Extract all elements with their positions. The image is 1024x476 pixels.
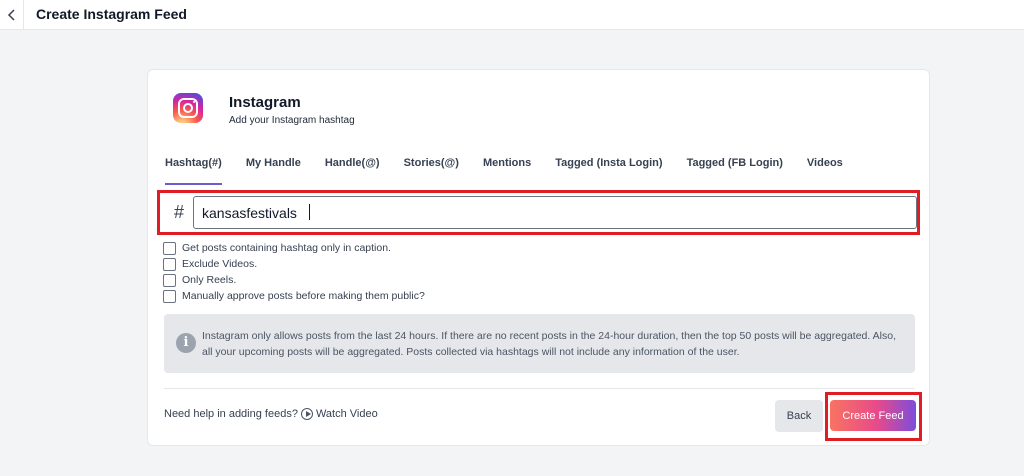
chevron-left-icon [7,9,15,21]
option-exclude-videos[interactable]: Exclude Videos. [163,256,425,272]
hash-symbol: # [174,202,185,222]
checkbox[interactable] [163,289,176,303]
info-notice: i Instagram only allows posts from the l… [164,314,915,373]
source-tabs: Hashtag(#) My Handle Handle(@) Stories(@… [165,157,867,185]
checkbox[interactable] [163,273,176,287]
option-label: Manually approve posts before making the… [182,290,425,302]
checkbox[interactable] [163,257,176,271]
options-list: Get posts containing hashtag only in cap… [163,240,425,304]
hashtag-field-highlight: # [157,190,920,235]
info-icon: i [176,333,196,353]
option-label: Exclude Videos. [182,258,258,270]
back-nav-button[interactable] [0,0,24,30]
watch-video-link[interactable]: Watch Video [316,408,378,420]
option-caption-only[interactable]: Get posts containing hashtag only in cap… [163,240,425,256]
tab-stories[interactable]: Stories(@) [404,157,459,185]
create-feed-highlight: Create Feed [825,392,922,441]
info-text: Instagram only allows posts from the las… [202,330,896,358]
feed-card: Instagram Add your Instagram hashtag Has… [147,69,930,446]
option-label: Get posts containing hashtag only in cap… [182,242,391,254]
text-caret [309,204,310,220]
checkbox[interactable] [163,241,176,255]
help-text: Need help in adding feeds? [164,408,298,420]
back-button[interactable]: Back [775,400,823,432]
option-only-reels[interactable]: Only Reels. [163,272,425,288]
help-row: Need help in adding feeds? Watch Video [164,408,378,420]
create-feed-button[interactable]: Create Feed [830,400,916,431]
tab-videos[interactable]: Videos [807,157,843,185]
tab-my-handle[interactable]: My Handle [246,157,301,185]
divider [164,388,915,389]
hashtag-input[interactable] [193,196,917,229]
play-circle-icon[interactable] [300,408,313,420]
option-manual-approve[interactable]: Manually approve posts before making the… [163,288,425,304]
page-title: Create Instagram Feed [36,6,187,22]
tab-handle[interactable]: Handle(@) [325,157,380,185]
top-bar: Create Instagram Feed [0,0,1024,30]
instagram-icon [173,93,203,123]
tab-tagged-fb-login[interactable]: Tagged (FB Login) [687,157,783,185]
tab-mentions[interactable]: Mentions [483,157,531,185]
option-label: Only Reels. [182,274,237,286]
platform-subtitle: Add your Instagram hashtag [229,115,355,126]
tab-hashtag[interactable]: Hashtag(#) [165,157,222,185]
platform-name: Instagram [229,94,301,111]
tab-tagged-insta-login[interactable]: Tagged (Insta Login) [555,157,662,185]
